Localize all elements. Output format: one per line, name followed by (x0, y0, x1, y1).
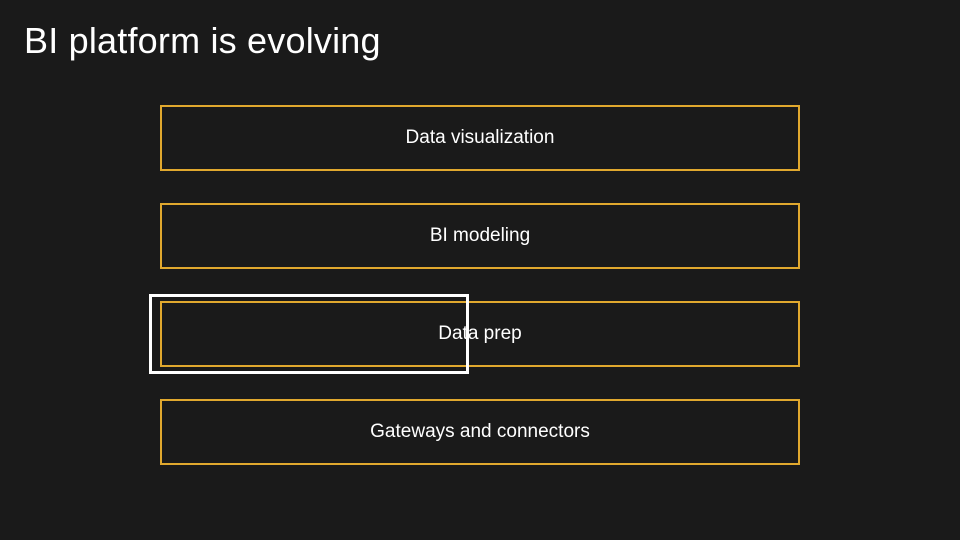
slide: BI platform is evolving Data visualizati… (0, 0, 960, 540)
layer-label: BI modeling (430, 225, 530, 247)
slide-title: BI platform is evolving (24, 20, 381, 62)
layer-data-prep: Data prep (160, 301, 800, 367)
layer-stack: Data visualization BI modeling Data prep… (160, 105, 800, 465)
layer-data-visualization: Data visualization (160, 105, 800, 171)
layer-bi-modeling: BI modeling (160, 203, 800, 269)
layer-label: Data visualization (406, 127, 555, 149)
layer-label: Gateways and connectors (370, 421, 590, 443)
layer-label: Data prep (438, 323, 521, 345)
highlighted-layer-wrap: Data prep (160, 301, 800, 367)
layer-gateways-connectors: Gateways and connectors (160, 399, 800, 465)
